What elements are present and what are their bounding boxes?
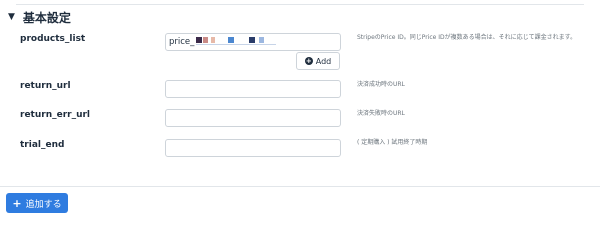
trial-end-input[interactable]	[165, 139, 341, 157]
trial-end-label: trial_end	[20, 140, 65, 150]
basic-settings-section: ▼ 基本設定 products_list price_ StripeのPrice…	[0, 0, 600, 186]
section-divider	[16, 4, 584, 5]
redaction-block	[259, 37, 264, 43]
submit-button-label: 追加する	[25, 199, 62, 210]
return-err-url-input[interactable]	[165, 109, 341, 127]
footer-divider	[0, 186, 600, 187]
redaction-underline	[196, 44, 276, 45]
redaction-block	[249, 37, 255, 43]
return-url-label: return_url	[20, 81, 71, 91]
section-title: 基本設定	[22, 11, 71, 25]
section-header[interactable]: ▼ 基本設定	[8, 9, 71, 26]
return-url-help: 決済成功時のURL	[357, 81, 405, 88]
products-list-input[interactable]: price_	[165, 33, 341, 51]
products-list-value: price_	[169, 37, 195, 47]
redaction-block	[211, 37, 215, 43]
caret-down-icon[interactable]: ▼	[8, 13, 15, 22]
return-url-input[interactable]	[165, 80, 341, 98]
redaction-block	[196, 37, 202, 43]
products-list-help: StripeのPrice ID。同じPrice IDが複数ある場合は、それに応じ…	[357, 34, 577, 41]
plus-icon: +	[12, 196, 22, 210]
products-list-label: products_list	[20, 34, 86, 44]
return-err-url-help: 決済失敗時のURL	[357, 110, 405, 117]
add-button-label: Add	[315, 56, 332, 66]
redaction-block	[228, 37, 234, 43]
return-err-url-label: return_err_url	[20, 110, 91, 120]
plus-circle-icon: +	[304, 57, 313, 65]
trial-end-help: ( 定期購入 ) 試用終了時期	[357, 139, 428, 146]
redaction-block	[203, 37, 208, 43]
add-product-button[interactable]: + Add	[296, 52, 340, 70]
submit-add-button[interactable]: + 追加する	[6, 193, 68, 213]
